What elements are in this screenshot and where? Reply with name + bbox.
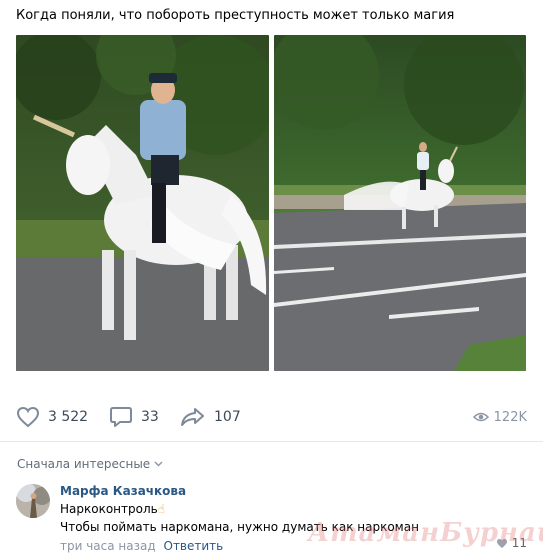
post-photo-right[interactable]: [274, 35, 526, 371]
heart-icon: [16, 406, 40, 428]
avatar-image: [16, 484, 50, 518]
reply-link[interactable]: Ответить: [164, 539, 224, 553]
eye-icon: [472, 412, 489, 422]
comment-text-line-1: Наркоконтроль☝: [60, 502, 166, 516]
avatar[interactable]: [16, 484, 50, 518]
chevron-down-icon: [154, 461, 163, 467]
comments-sort-dropdown[interactable]: Сначала интересные: [17, 457, 163, 471]
photo-policeman-unicorn-road: [274, 35, 526, 371]
post-photo-left[interactable]: [16, 35, 269, 371]
watermark: АтаманБурнаш для ЯП: [308, 518, 543, 548]
photo-policeman-unicorn-closeup: [16, 35, 269, 371]
comment-time[interactable]: три часа назад: [60, 539, 156, 553]
comment-bubble-icon: [110, 407, 132, 427]
like-button[interactable]: 3 522: [16, 403, 88, 431]
divider: [0, 441, 543, 442]
share-button[interactable]: 107: [180, 403, 241, 431]
views-counter: 122K: [472, 403, 527, 431]
like-count: 3 522: [48, 409, 89, 425]
share-arrow-icon: [181, 408, 204, 426]
comment-count: 33: [141, 409, 159, 425]
post-actions-bar: 3 522 33 107 122K: [16, 403, 527, 431]
pointing-up-emoji: ☝: [157, 502, 166, 516]
post-text: Когда поняли, что побороть преступность …: [16, 8, 455, 23]
sort-label: Сначала интересные: [17, 457, 151, 471]
comment-author[interactable]: Марфа Казачкова: [60, 482, 419, 500]
comment-button[interactable]: 33: [109, 403, 159, 431]
views-count: 122K: [493, 409, 527, 425]
share-count: 107: [214, 409, 241, 425]
